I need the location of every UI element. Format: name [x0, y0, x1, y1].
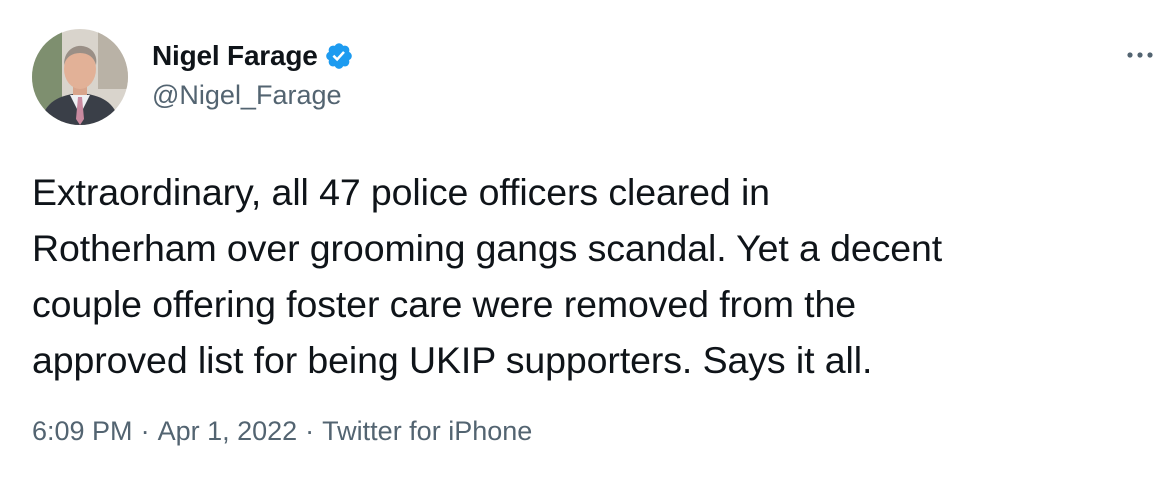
- meta-separator: ·: [140, 416, 150, 446]
- tweet-source[interactable]: Twitter for iPhone: [322, 416, 532, 447]
- author-block: Nigel Farage @Nigel_Farage: [152, 38, 354, 111]
- meta-separator: ·: [305, 416, 315, 446]
- author-name-row: Nigel Farage: [152, 38, 354, 74]
- tweet-card: Nigel Farage @Nigel_Farage Extraordinary…: [0, 0, 1174, 478]
- avatar-image: [32, 29, 128, 125]
- tweet-meta: 6:09 PM · Apr 1, 2022 · Twitter for iPho…: [32, 416, 532, 447]
- more-options-icon[interactable]: [1122, 44, 1158, 66]
- tweet-date[interactable]: Apr 1, 2022: [158, 416, 298, 447]
- tweet-time[interactable]: 6:09 PM: [32, 416, 133, 447]
- display-name[interactable]: Nigel Farage: [152, 40, 318, 72]
- avatar[interactable]: [32, 29, 128, 125]
- tweet-text: Extraordinary, all 47 police officers cl…: [32, 171, 943, 381]
- handle[interactable]: @Nigel_Farage: [152, 80, 354, 111]
- verified-badge-icon: [324, 41, 354, 71]
